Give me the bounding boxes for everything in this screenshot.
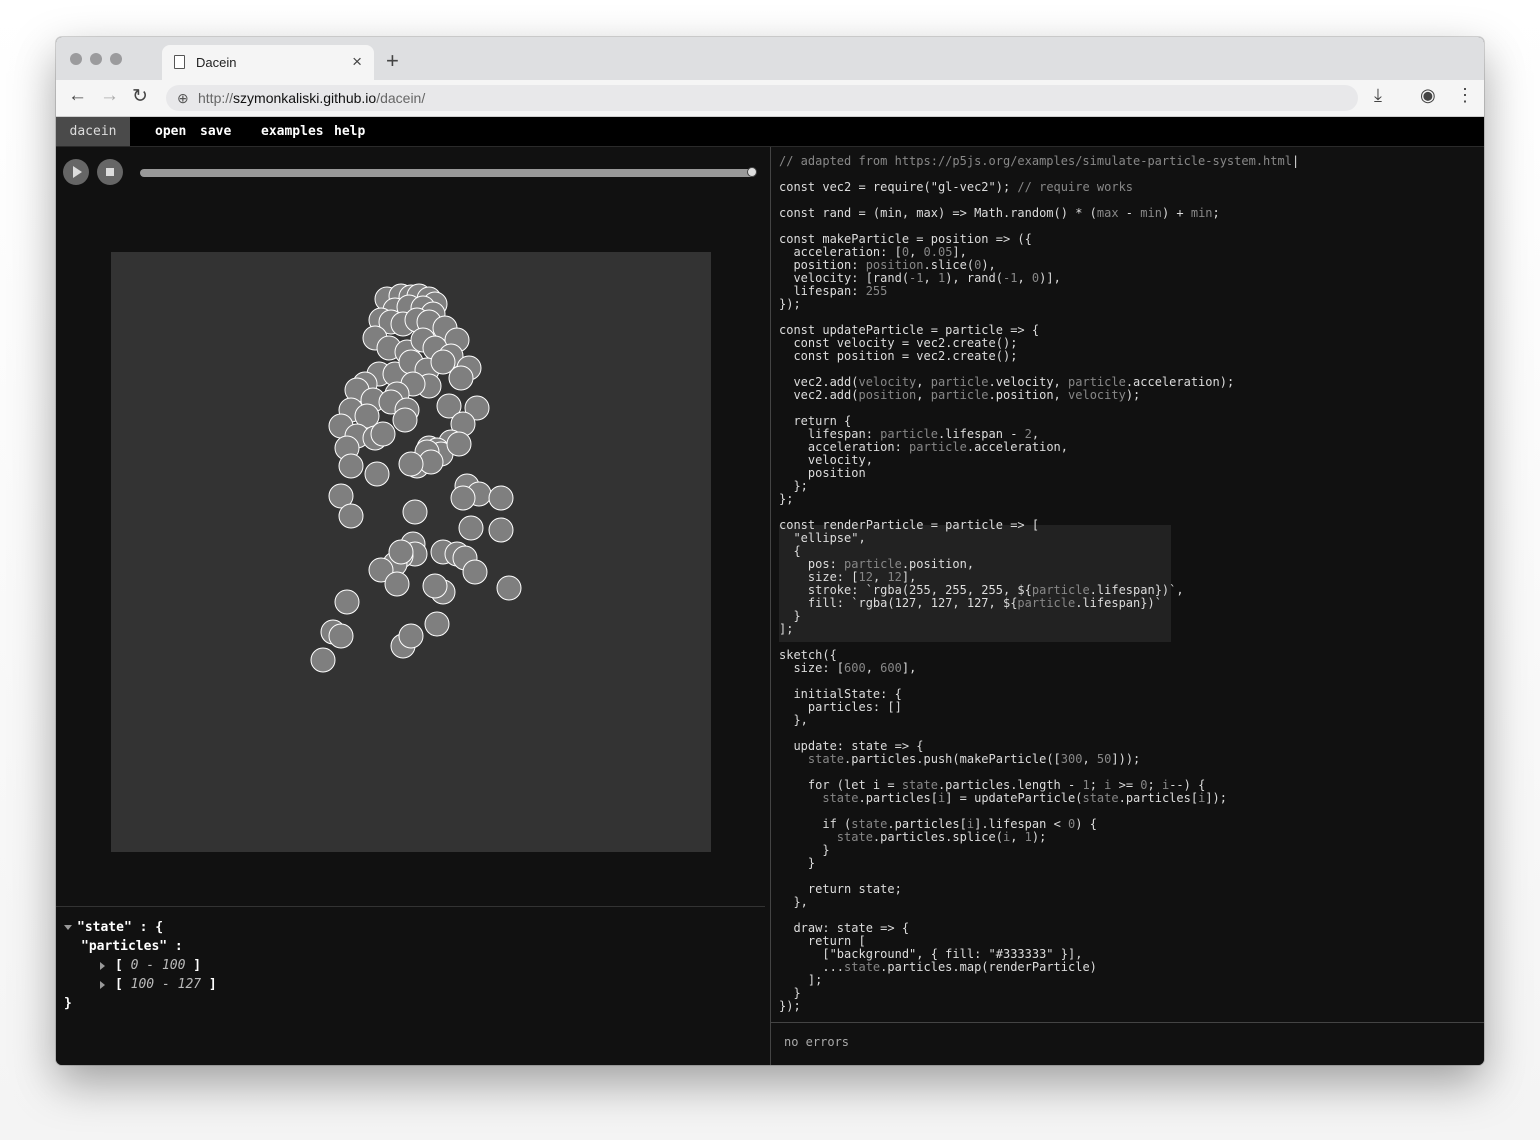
browser-toolbar: ← → ↻ ⊕ http://szymonkaliski.github.io/d…	[56, 80, 1484, 117]
download-icon[interactable]: ⤓	[1374, 85, 1382, 106]
menu-open[interactable]: open	[155, 117, 186, 146]
particle	[458, 515, 484, 541]
error-status: no errors	[784, 1035, 850, 1049]
app-brand: dacein	[56, 117, 130, 146]
particle	[398, 623, 424, 649]
back-icon[interactable]: ←	[68, 85, 87, 107]
account-icon[interactable]: ◉	[1420, 85, 1436, 106]
particle	[310, 647, 336, 673]
inspector-root[interactable]: "state" : {	[64, 918, 217, 937]
tab-title: Dacein	[196, 55, 237, 70]
app-menubar: dacein open save examples help	[56, 117, 1484, 147]
particle	[328, 623, 354, 649]
code-editor[interactable]: // adapted from https://p5js.org/example…	[771, 147, 1484, 1065]
new-tab-button[interactable]: +	[386, 48, 399, 74]
browser-tab[interactable]: Dacein ×	[162, 45, 374, 80]
minimize-window-button[interactable]	[90, 53, 102, 65]
reload-icon[interactable]: ↻	[132, 85, 148, 108]
address-bar[interactable]: ⊕ http://szymonkaliski.github.io/dacein/	[166, 85, 1358, 111]
menu-help[interactable]: help	[334, 117, 365, 146]
zoom-window-button[interactable]	[110, 53, 122, 65]
particle	[496, 575, 522, 601]
caret-right-icon[interactable]	[100, 980, 105, 989]
timeline-knob[interactable]	[747, 167, 757, 177]
menu-icon[interactable]: ⋮	[1456, 85, 1474, 106]
inspector-range-item[interactable]: [ 100 - 127 ]	[64, 975, 217, 994]
particle	[398, 451, 424, 477]
particle	[338, 453, 364, 479]
globe-icon: ⊕	[177, 90, 189, 106]
particle	[402, 499, 428, 525]
particle	[384, 571, 410, 597]
tab-strip: Dacein × +	[56, 37, 1484, 80]
particle	[488, 485, 514, 511]
pane-divider[interactable]	[56, 906, 765, 907]
sketch-canvas	[111, 252, 711, 852]
particle-canvas	[310, 283, 522, 673]
particle	[334, 589, 360, 615]
code-text[interactable]: // adapted from https://p5js.org/example…	[779, 155, 1299, 1013]
timeline-slider[interactable]	[140, 167, 757, 177]
forward-icon[interactable]: →	[100, 85, 119, 107]
error-separator	[771, 1022, 1484, 1023]
particle	[462, 559, 488, 585]
inspector-range-item[interactable]: [ 0 - 100 ]	[64, 956, 217, 975]
particle	[364, 461, 390, 487]
particle	[450, 485, 476, 511]
preview-pane: "state" : { "particles" : [ 0 - 100 ] [ …	[56, 147, 770, 1065]
particle	[422, 573, 448, 599]
particle	[338, 503, 364, 529]
state-inspector: "state" : { "particles" : [ 0 - 100 ] [ …	[64, 918, 217, 1013]
particle	[446, 431, 472, 457]
particle	[392, 407, 418, 433]
menu-save[interactable]: save	[200, 117, 231, 146]
caret-down-icon[interactable]	[64, 925, 72, 930]
inspector-key: "particles" :	[81, 939, 183, 954]
inspector-close: }	[64, 996, 72, 1011]
caret-right-icon[interactable]	[100, 961, 105, 970]
stop-button[interactable]	[97, 159, 123, 185]
particle	[370, 421, 396, 447]
close-window-button[interactable]	[70, 53, 82, 65]
play-button[interactable]	[63, 159, 89, 185]
particle	[424, 611, 450, 637]
tab-close-icon[interactable]: ×	[352, 52, 362, 72]
particle	[430, 349, 456, 375]
particle	[488, 517, 514, 543]
particle	[388, 539, 414, 565]
menu-examples[interactable]: examples	[261, 117, 324, 146]
browser-window: Dacein × + ← → ↻ ⊕ http://szymonkaliski.…	[56, 37, 1484, 1065]
page-icon	[174, 55, 185, 69]
url-text: http://szymonkaliski.github.io/dacein/	[198, 90, 426, 106]
